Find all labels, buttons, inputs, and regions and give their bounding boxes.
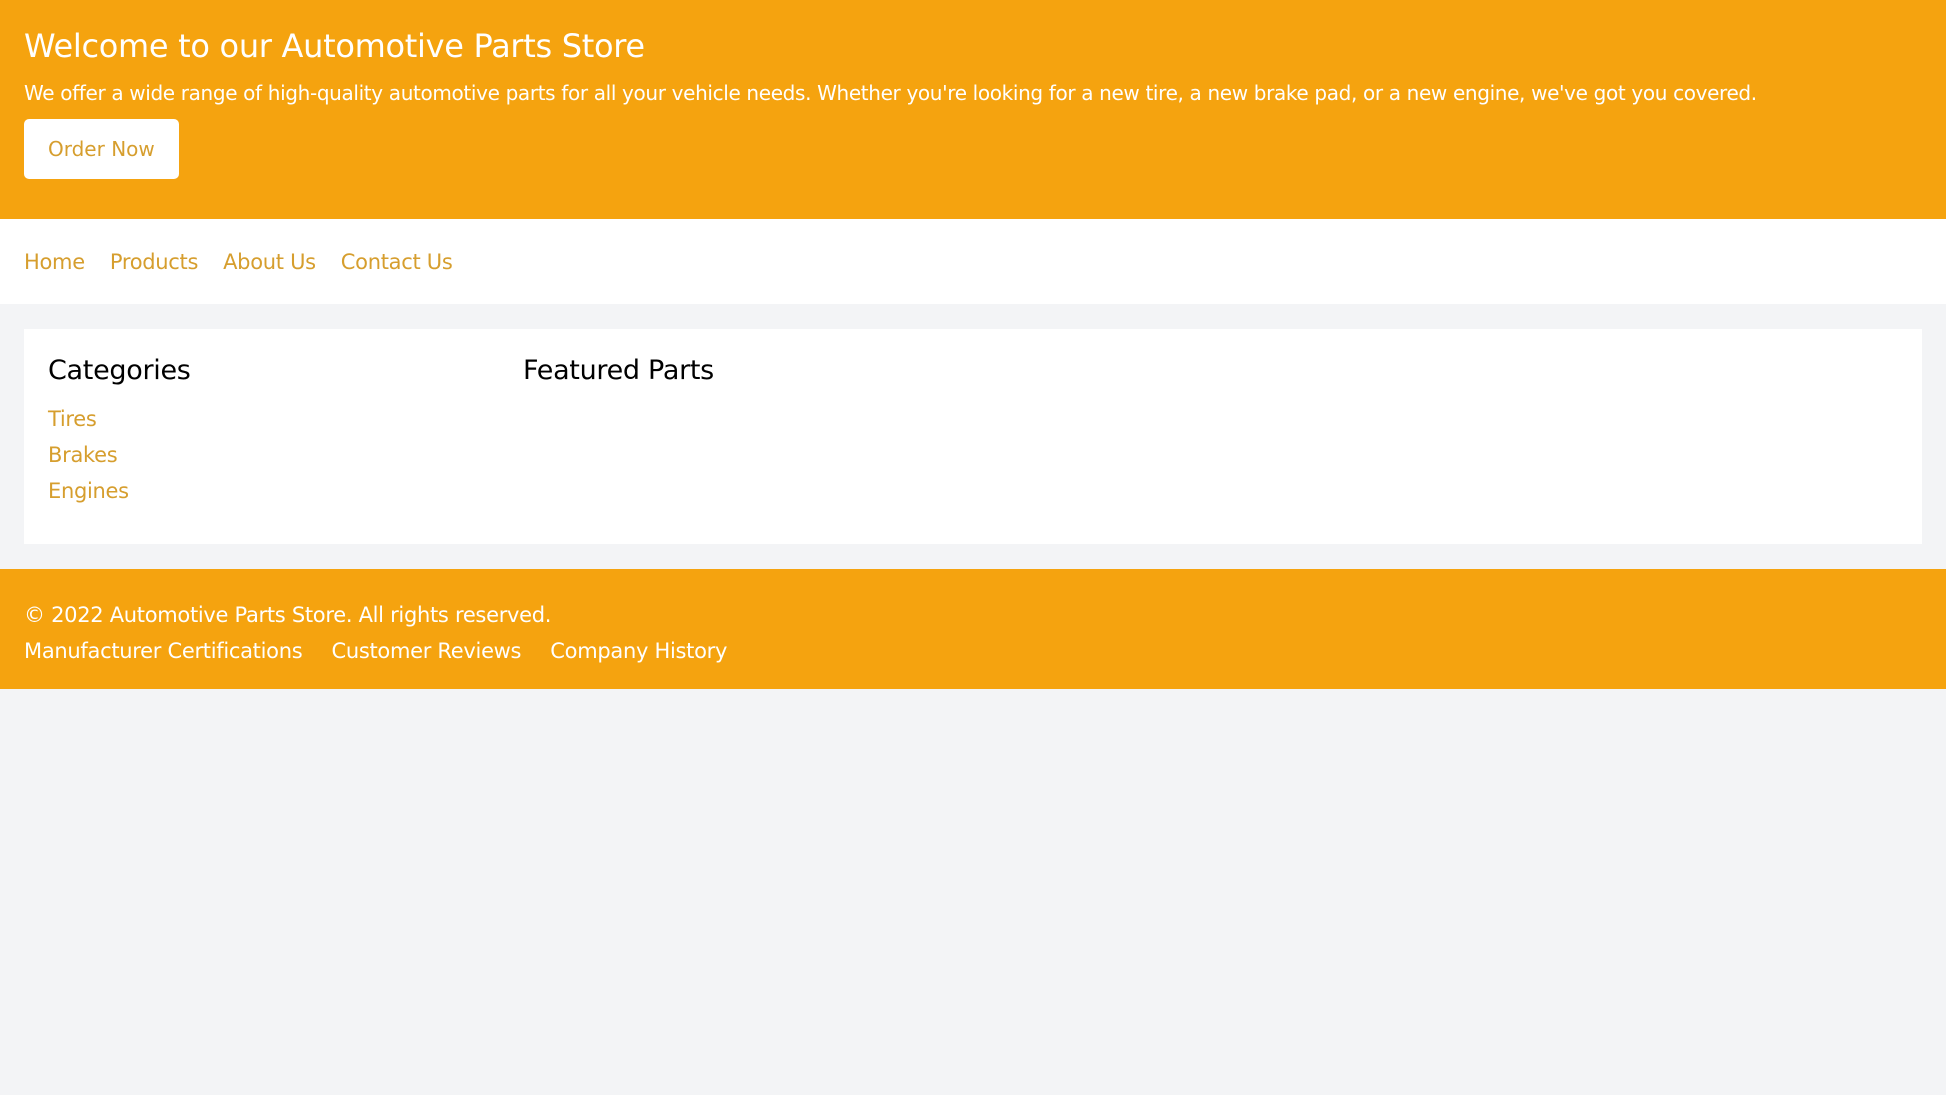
main-nav: Home Products About Us Contact Us: [0, 219, 1946, 304]
hero-header: Welcome to our Automotive Parts Store We…: [0, 0, 1946, 219]
nav-item-about-us[interactable]: About Us: [223, 250, 316, 274]
categories-heading: Categories: [48, 353, 523, 389]
nav-item-contact-us[interactable]: Contact Us: [341, 250, 453, 274]
hero-description: We offer a wide range of high-quality au…: [24, 78, 1922, 108]
featured-parts-section: Featured Parts: [523, 353, 714, 520]
footer-link-customer-reviews[interactable]: Customer Reviews: [331, 639, 521, 663]
nav-item-products[interactable]: Products: [110, 250, 198, 274]
category-link-tires[interactable]: Tires: [48, 401, 523, 437]
footer: © 2022 Automotive Parts Store. All right…: [0, 569, 1946, 689]
footer-link-manufacturer-certifications[interactable]: Manufacturer Certifications: [24, 639, 302, 663]
nav-item-home[interactable]: Home: [24, 250, 85, 274]
page-title: Welcome to our Automotive Parts Store: [24, 24, 1922, 68]
category-link-brakes[interactable]: Brakes: [48, 437, 523, 473]
footer-links: Manufacturer Certifications Customer Rev…: [24, 633, 1922, 669]
categories-sidebar: Categories Tires Brakes Engines: [48, 353, 523, 520]
main-content: Categories Tires Brakes Engines Featured…: [24, 329, 1922, 544]
copyright-text: © 2022 Automotive Parts Store. All right…: [24, 597, 1922, 633]
featured-parts-heading: Featured Parts: [523, 353, 714, 389]
order-now-button[interactable]: Order Now: [24, 119, 179, 179]
footer-link-company-history[interactable]: Company History: [550, 639, 727, 663]
category-link-engines[interactable]: Engines: [48, 473, 523, 509]
